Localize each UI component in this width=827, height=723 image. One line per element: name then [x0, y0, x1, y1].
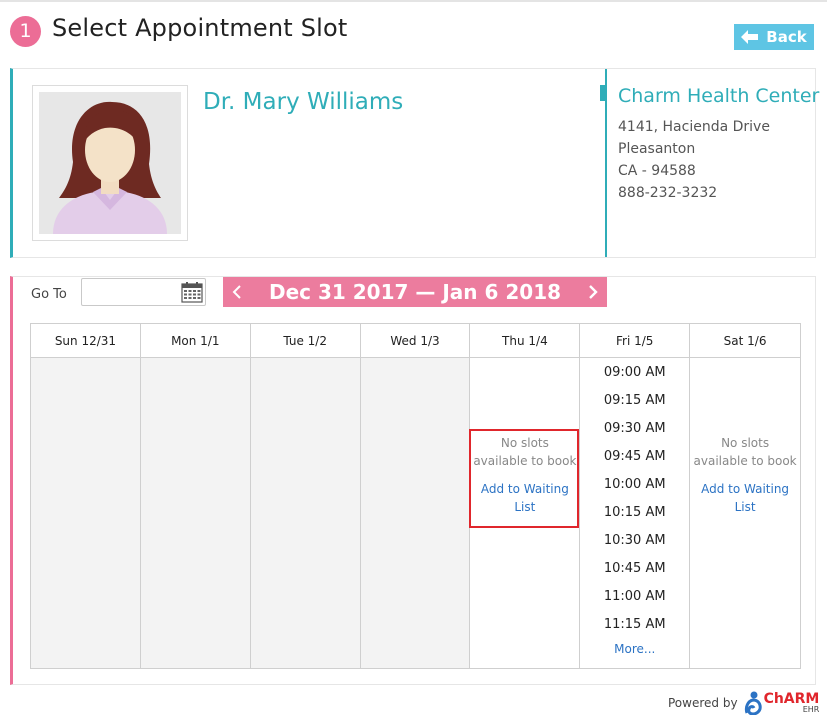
day-header: Thu 1/4 — [470, 324, 580, 358]
more-slots-link[interactable]: More... — [580, 642, 689, 656]
week-navigator: Dec 31 2017 — Jan 6 2018 — [223, 277, 607, 307]
clinic-address-line2: Pleasanton — [618, 141, 696, 157]
day-column-tue: Tue 1/2 — [250, 324, 361, 668]
brand-name: ChARM — [763, 691, 820, 707]
no-slots-message: No slots available to book Add to Waitin… — [470, 430, 579, 516]
charm-logo-icon — [744, 691, 762, 715]
page-title: Select Appointment Slot — [52, 14, 348, 42]
clinic-address-line3: CA - 94588 — [618, 163, 696, 179]
day-body: 09:00 AM 09:15 AM 09:30 AM 09:45 AM 10:0… — [580, 358, 689, 668]
provider-name: Dr. Mary Williams — [203, 89, 404, 115]
time-slot[interactable]: 09:30 AM — [580, 415, 689, 443]
day-header: Fri 1/5 — [580, 324, 690, 358]
day-column-fri: Fri 1/5 09:00 AM 09:15 AM 09:30 AM 09:45… — [580, 324, 691, 668]
footer: Powered by ChARM EHR — [668, 688, 819, 718]
time-slot[interactable]: 11:15 AM — [580, 611, 689, 639]
day-column-sun: Sun 12/31 — [31, 324, 141, 668]
week-grid: Sun 12/31 Mon 1/1 Tue 1/2 Wed 1/3 Thu 1/… — [30, 323, 801, 669]
chevron-right-icon — [589, 285, 598, 299]
day-body: No slots available to book Add to Waitin… — [469, 358, 580, 668]
goto-label: Go To — [31, 287, 67, 302]
time-slot[interactable]: 09:45 AM — [580, 443, 689, 471]
previous-week-button[interactable] — [223, 277, 251, 307]
provider-photo — [32, 85, 188, 241]
time-slot[interactable]: 10:15 AM — [580, 499, 689, 527]
charm-ehr-logo: ChARM EHR — [744, 691, 820, 715]
day-column-wed: Wed 1/3 — [360, 324, 471, 668]
time-slot[interactable]: 09:15 AM — [580, 387, 689, 415]
clinic-marker — [600, 85, 605, 101]
day-header: Mon 1/1 — [140, 324, 250, 358]
no-slots-text: No slots available to book — [693, 436, 797, 468]
day-body: No slots available to book Add to Waitin… — [690, 358, 800, 668]
female-avatar-icon — [39, 92, 181, 234]
day-column-mon: Mon 1/1 — [140, 324, 251, 668]
week-range: Dec 31 2017 — Jan 6 2018 — [268, 280, 562, 304]
day-column-sat: Sat 1/6 No slots available to book Add t… — [690, 324, 801, 668]
back-button-label: Back — [766, 28, 807, 46]
no-slots-message: No slots available to book Add to Waitin… — [690, 430, 800, 516]
next-week-button[interactable] — [579, 277, 607, 307]
no-slots-text: No slots available to book — [473, 436, 577, 468]
day-header: Wed 1/3 — [360, 324, 470, 358]
calendar-icon[interactable] — [181, 282, 203, 303]
time-slot[interactable]: 10:30 AM — [580, 527, 689, 555]
day-unavailable — [250, 358, 360, 668]
calendar-panel: Go To Dec 31 2017 — Jan 6 2018 Sun 12/31… — [10, 276, 816, 685]
brand-sub: EHR — [802, 705, 820, 714]
day-column-thu: Thu 1/4 No slots available to book Add t… — [469, 324, 581, 668]
arrow-left-icon — [741, 30, 759, 44]
goto-date-input[interactable] — [81, 278, 206, 306]
time-slot[interactable]: 10:00 AM — [580, 471, 689, 499]
slot-list: 09:00 AM 09:15 AM 09:30 AM 09:45 AM 10:0… — [580, 358, 689, 656]
clinic-name: Charm Health Center — [618, 85, 820, 107]
day-header: Sun 12/31 — [31, 324, 140, 358]
top-divider — [0, 0, 827, 2]
day-header: Sat 1/6 — [690, 324, 801, 358]
day-unavailable — [360, 358, 470, 668]
day-unavailable — [31, 358, 140, 668]
add-to-waiting-list-link[interactable]: Add to Waiting List — [690, 480, 800, 516]
chevron-left-icon — [232, 285, 241, 299]
day-header: Tue 1/2 — [250, 324, 360, 358]
back-button[interactable]: Back — [734, 24, 814, 50]
time-slot[interactable]: 09:00 AM — [580, 359, 689, 387]
clinic-phone: 888-232-3232 — [618, 185, 718, 201]
provider-card: Dr. Mary Williams Charm Health Center 41… — [10, 68, 820, 258]
day-unavailable — [140, 358, 250, 668]
powered-by-label: Powered by — [668, 696, 738, 710]
time-slot[interactable]: 10:45 AM — [580, 555, 689, 583]
clinic-address-line1: 4141, Hacienda Drive — [618, 119, 770, 135]
time-slot[interactable]: 11:00 AM — [580, 583, 689, 611]
add-to-waiting-list-link[interactable]: Add to Waiting List — [470, 480, 579, 516]
clinic-info: Charm Health Center 4141, Hacienda Drive… — [600, 69, 820, 257]
step-badge: 1 — [10, 16, 41, 47]
